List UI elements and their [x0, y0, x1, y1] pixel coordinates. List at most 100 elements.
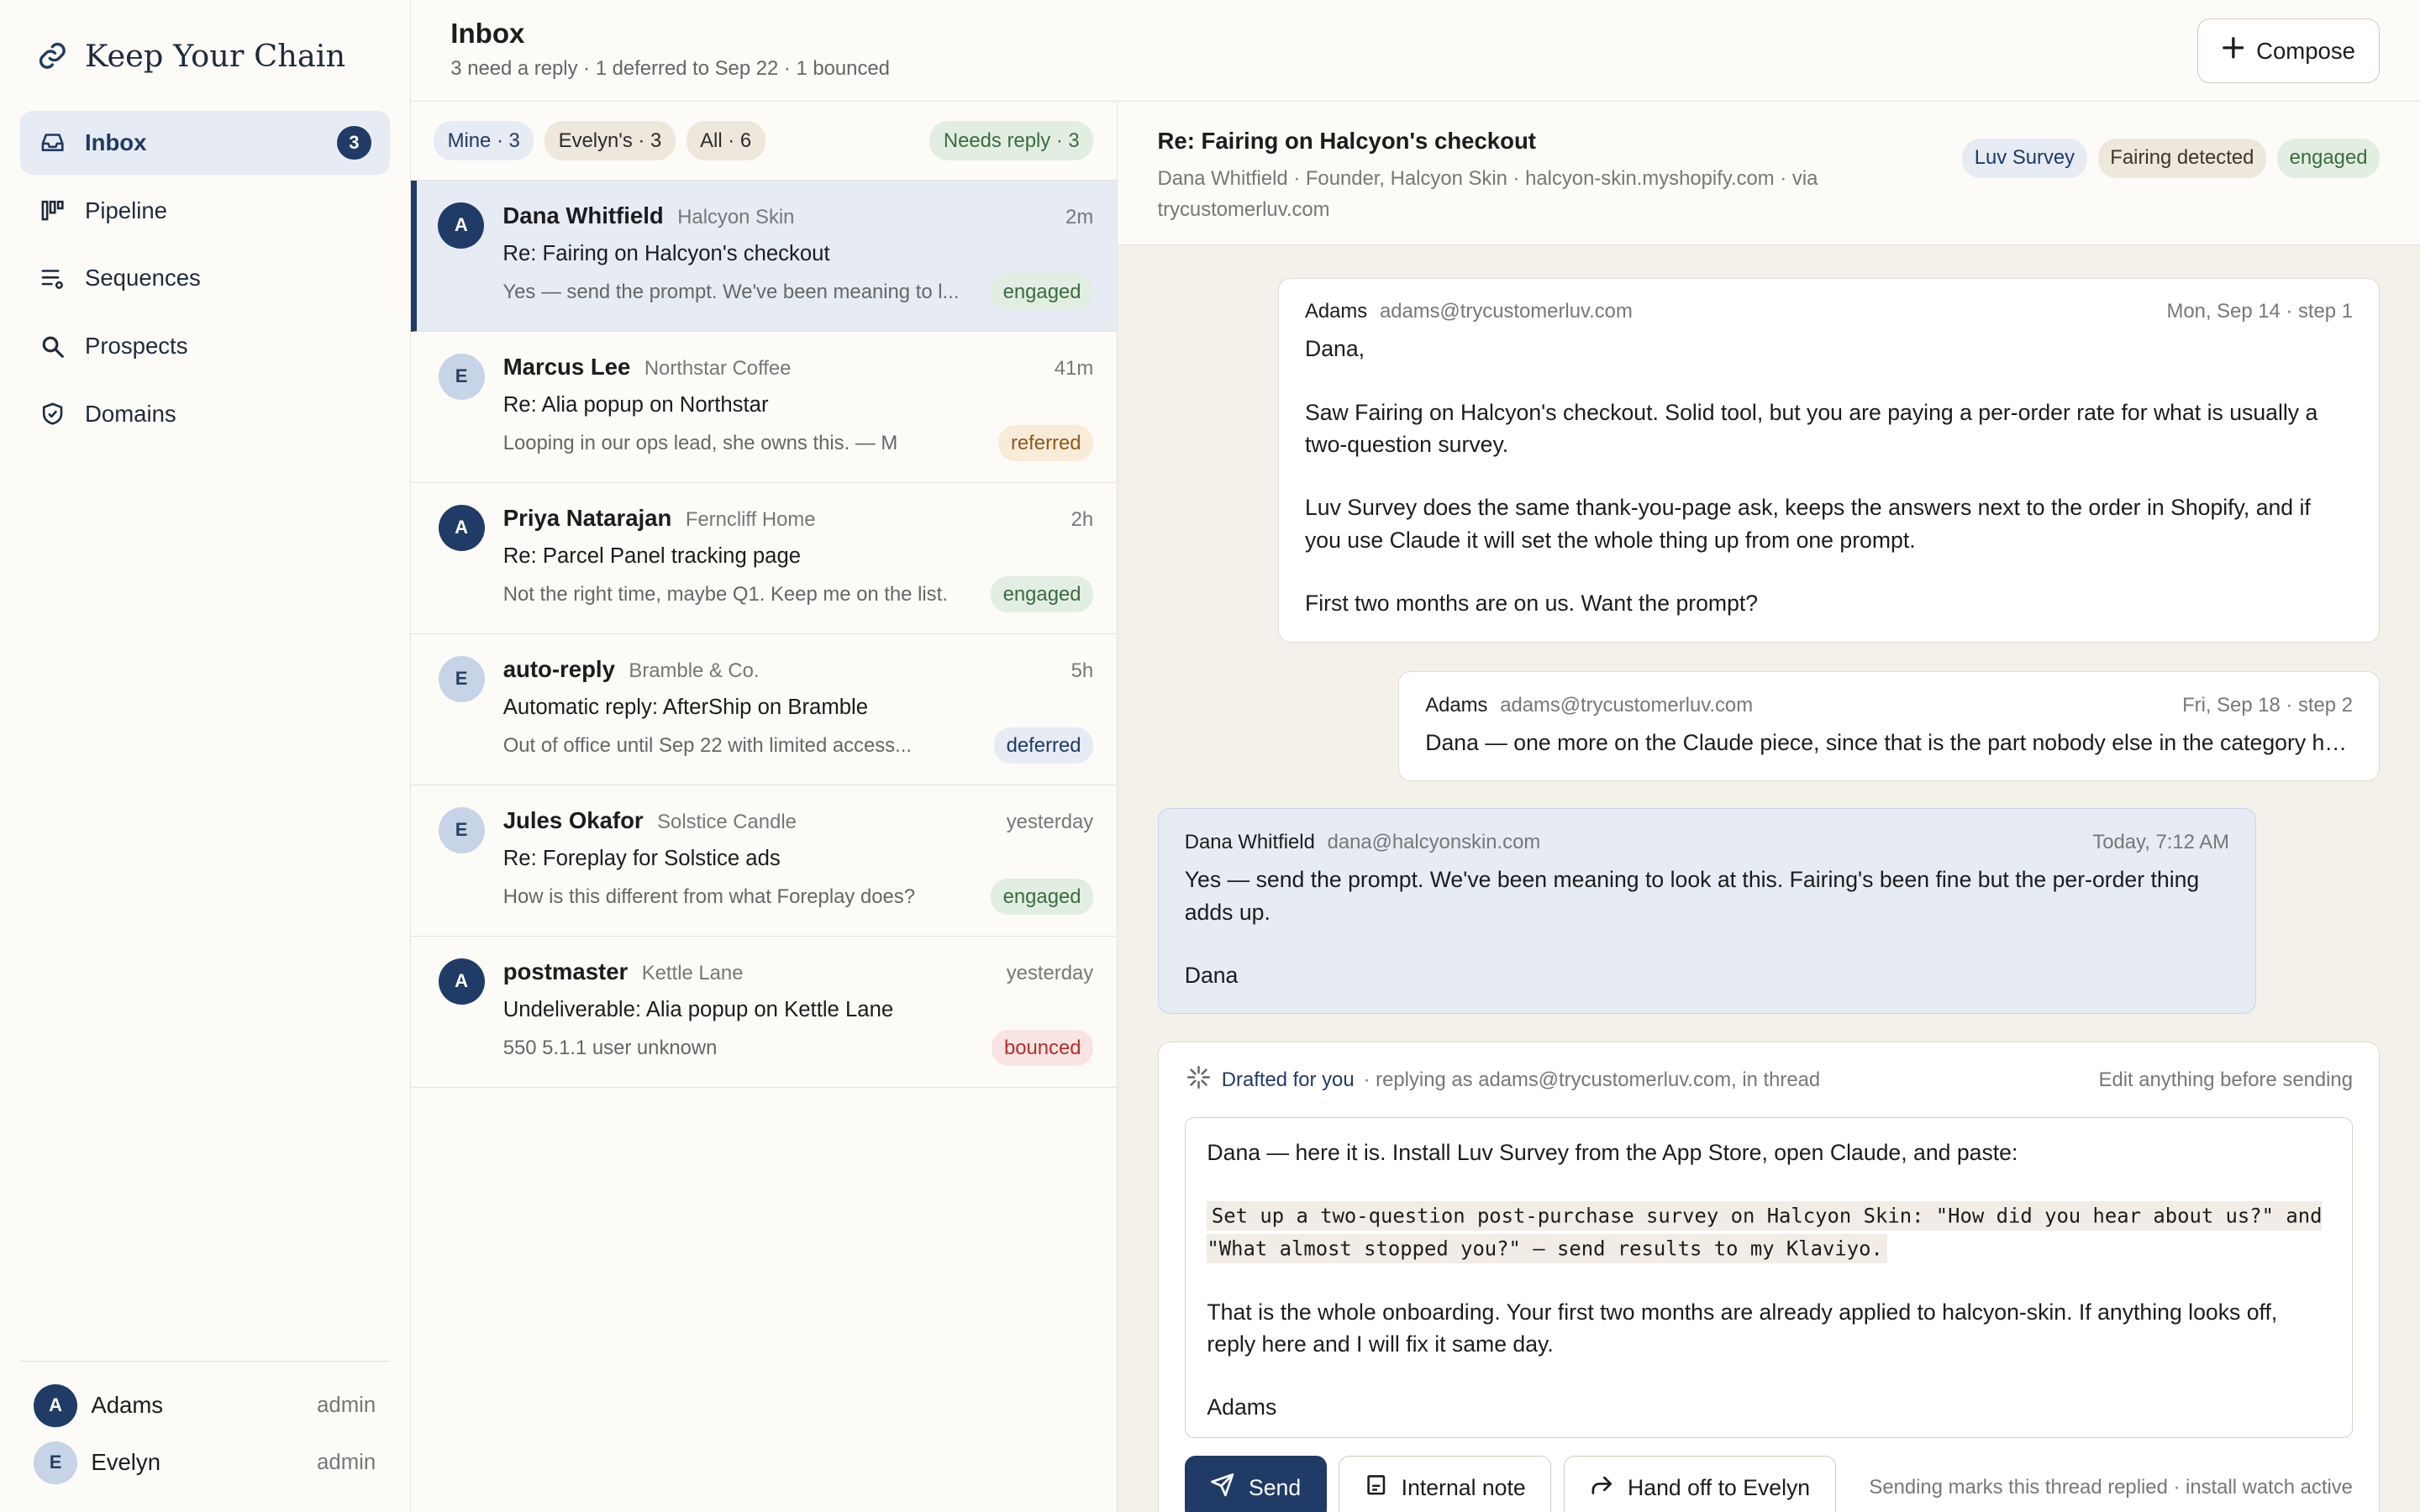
- status-badge: engaged: [990, 274, 1094, 311]
- reply-editor[interactable]: Dana — here it is. Install Luv Survey fr…: [1184, 1117, 2353, 1439]
- handoff-label: Hand off to Evelyn: [1628, 1474, 1811, 1500]
- filter-evelyn[interactable]: Evelyn's · 3: [544, 121, 676, 160]
- shield-icon: [39, 401, 66, 428]
- plus-icon: [2222, 37, 2244, 65]
- avatar: A: [34, 1383, 77, 1428]
- thread-time: yesterday: [1006, 810, 1094, 833]
- brand[interactable]: Keep Your Chain: [20, 0, 390, 111]
- forward-icon: [1589, 1473, 1613, 1503]
- thread-meta: Dana Whitfield · Founder, Halcyon Skin ·…: [1157, 167, 1818, 222]
- message-body: Yes — send the prompt. We've been meanin…: [1185, 864, 2229, 991]
- message-thread: Adams adams@trycustomerluv.com Mon, Sep 14…: [1118, 245, 2420, 1512]
- message-body: Dana, Saw Fairing on Halcyon's checkout.…: [1305, 333, 2353, 620]
- draft-edit-hint: Edit anything before sending: [2098, 1068, 2353, 1092]
- tag-product[interactable]: Luv Survey: [1962, 139, 2087, 178]
- avatar: A: [438, 202, 485, 249]
- filter-all[interactable]: All · 6: [686, 121, 765, 160]
- nav-label: Prospects: [84, 333, 188, 360]
- thread-company: Northstar Coffee: [644, 356, 792, 380]
- thread-row[interactable]: A Dana Whitfield Halcyon Skin 2m Re: Fairi…: [410, 180, 1117, 332]
- thread-row[interactable]: A Priya Natarajan Ferncliff Home 2h Re: Pa…: [410, 483, 1117, 634]
- user-name: Evelyn: [91, 1449, 161, 1476]
- main-nav: Inbox 3 Pipeline Sequences Prospects Dom…: [19, 111, 390, 445]
- filter-mine[interactable]: Mine · 3: [434, 121, 534, 160]
- thread-sender: Dana Whitfield: [502, 202, 664, 228]
- thread-subject: Undeliverable: Alia popup on Kettle Lane: [502, 998, 894, 1022]
- filter-bar: Mine · 3 Evelyn's · 3 All · 6 Needs repl…: [410, 102, 1117, 181]
- thread-subject: Re: Foreplay for Solstice ads: [502, 847, 781, 871]
- thread-company: Bramble & Co.: [629, 659, 760, 682]
- nav-item-prospects[interactable]: Prospects: [20, 315, 390, 378]
- page-subtitle: 3 need a reply · 1 deferred to Sep 22 · …: [450, 56, 890, 80]
- thread-row[interactable]: A postmaster Kettle Lane yesterday Undeliv…: [410, 937, 1117, 1088]
- tag-competitor[interactable]: Fairing detected: [2097, 139, 2267, 178]
- message-address: adams@trycustomerluv.com: [1379, 300, 1633, 323]
- thread-time: 2h: [1071, 507, 1094, 531]
- avatar: E: [438, 655, 485, 702]
- message-inbound[interactable]: Dana Whitfield dana@halcyonskin.com Today,…: [1157, 808, 2257, 1015]
- nav-label: Pipeline: [84, 197, 167, 223]
- team-members: A Adams admin E Evelyn admin: [19, 1360, 390, 1512]
- thread-row[interactable]: E auto-reply Bramble & Co. 5h Automatic re…: [410, 634, 1117, 785]
- thread-subject: Automatic reply: AfterShip on Bramble: [502, 696, 869, 720]
- message-paragraph: First two months are on us. Want the pro…: [1304, 591, 1759, 617]
- thread-preview: Yes — send the prompt. We've been meanin…: [502, 280, 960, 303]
- status-badge: referred: [998, 425, 1094, 462]
- thread-detail: Re: Fairing on Halcyon's checkout Dana W…: [1117, 102, 2420, 1512]
- thread-preview: Out of office until Sep 22 with limited …: [502, 733, 912, 757]
- message-time: Today, 7:12 AM: [2092, 831, 2229, 854]
- nav-item-domains[interactable]: Domains: [20, 382, 390, 445]
- send-label: Send: [1248, 1474, 1302, 1500]
- thread-row[interactable]: E Marcus Lee Northstar Coffee 41m Re: Alia…: [410, 332, 1117, 483]
- thread-time: 5h: [1071, 659, 1094, 682]
- inbox-icon: [39, 129, 66, 156]
- message-time: Mon, Sep 14 · step 1: [2166, 300, 2353, 323]
- message-paragraph: Yes — send the prompt. We've been meanin…: [1184, 867, 2200, 925]
- internal-note-button[interactable]: Internal note: [1339, 1455, 1552, 1512]
- message-sender: Dana Whitfield: [1184, 831, 1315, 854]
- thread-preview: Looping in our ops lead, she owns this. …: [502, 431, 898, 454]
- nav-item-inbox[interactable]: Inbox 3: [19, 111, 390, 175]
- avatar: E: [438, 353, 485, 400]
- avatar: A: [438, 504, 485, 551]
- topbar: Inbox 3 need a reply · 1 deferred to Sep…: [410, 0, 2420, 102]
- message-sender: Adams: [1425, 693, 1488, 717]
- tag-status[interactable]: engaged: [2276, 139, 2381, 178]
- internal-note-label: Internal note: [1401, 1474, 1526, 1500]
- message-paragraph: Dana: [1184, 963, 1239, 989]
- user-name: Adams: [91, 1392, 164, 1419]
- thread-row[interactable]: E Jules Okafor Solstice Candle yesterday R…: [410, 785, 1117, 937]
- nav-item-pipeline[interactable]: Pipeline: [20, 179, 390, 242]
- status-badge: deferred: [993, 727, 1094, 764]
- thread-subject: Re: Parcel Panel tracking page: [502, 544, 802, 569]
- thread-preview: 550 5.1.1 user unknown: [502, 1036, 718, 1059]
- nav-item-sequences[interactable]: Sequences: [20, 247, 390, 310]
- note-icon: [1365, 1473, 1388, 1503]
- user-evelyn[interactable]: E Evelyn admin: [20, 1434, 390, 1491]
- message-outbound[interactable]: Adams adams@trycustomerluv.com Fri, Sep 18…: [1398, 670, 2381, 781]
- thread-company: Solstice Candle: [657, 810, 797, 833]
- message-time: Fri, Sep 18 · step 2: [2182, 693, 2353, 717]
- thread-company: Kettle Lane: [641, 961, 744, 984]
- pipeline-icon: [39, 197, 66, 224]
- message-paragraph: Dana,: [1304, 336, 1365, 362]
- user-adams[interactable]: A Adams admin: [20, 1377, 390, 1434]
- reply-draft: Drafted for you · replying as adams@tryc…: [1157, 1041, 2381, 1512]
- inbox-count-badge: 3: [337, 125, 371, 160]
- avatar: A: [438, 958, 485, 1005]
- message-sender: Adams: [1304, 300, 1368, 323]
- brand-name: Keep Your Chain: [85, 37, 346, 74]
- message-outbound[interactable]: Adams adams@trycustomerluv.com Mon, Sep 14…: [1277, 277, 2381, 643]
- thread-time: 41m: [1054, 356, 1094, 380]
- thread-preview: Not the right time, maybe Q1. Keep me on…: [502, 582, 948, 606]
- compose-button[interactable]: Compose: [2197, 18, 2381, 84]
- thread-tags: Luv Survey Fairing detected engaged: [1962, 139, 2381, 178]
- send-button[interactable]: Send: [1184, 1455, 1327, 1512]
- user-role: admin: [317, 1393, 376, 1417]
- compose-label: Compose: [2256, 37, 2355, 64]
- user-role: admin: [317, 1450, 376, 1474]
- thread-sender: Marcus Lee: [502, 353, 631, 380]
- filter-needs-reply[interactable]: Needs reply · 3: [929, 121, 1094, 160]
- handoff-button[interactable]: Hand off to Evelyn: [1563, 1455, 1836, 1512]
- avatar: E: [34, 1441, 77, 1484]
